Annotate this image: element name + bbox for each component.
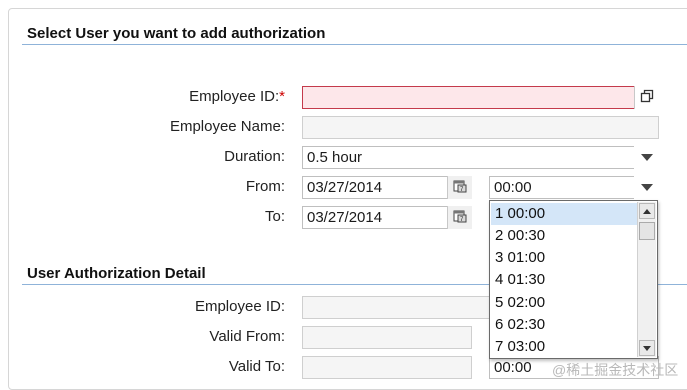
section-title-authorization-detail: User Authorization Detail xyxy=(27,265,206,282)
time-option[interactable]: 2 00:30 xyxy=(491,225,638,247)
valid-to-time-value: 00:00 xyxy=(494,359,532,376)
time-option[interactable]: 7 03:00 xyxy=(491,336,638,358)
to-label: To: xyxy=(264,208,285,225)
from-date-value: 03/27/2014 xyxy=(307,179,383,196)
time-option[interactable]: 1 00:00 xyxy=(491,203,638,225)
required-mark: * xyxy=(279,88,285,105)
employee-name-field xyxy=(302,116,659,139)
employee-id-value-help-button[interactable] xyxy=(634,86,659,109)
duration-dropdown-button[interactable] xyxy=(634,146,659,169)
valid-from-field xyxy=(302,326,472,349)
section-divider xyxy=(22,44,687,45)
detail-employee-id-field xyxy=(302,296,492,319)
chevron-down-icon xyxy=(640,154,653,161)
section-title-select-user: Select User you want to add authorizatio… xyxy=(27,25,326,42)
time-option[interactable]: 3 01:00 xyxy=(491,247,638,269)
duration-select[interactable]: 0.5 hour xyxy=(302,146,659,169)
from-time-dropdown-button[interactable] xyxy=(634,176,659,199)
scroll-down-button[interactable] xyxy=(639,340,655,356)
employee-name-label: Employee Name: xyxy=(169,118,285,135)
chevron-down-icon xyxy=(640,184,653,191)
employee-id-label: Employee ID:* xyxy=(85,88,285,105)
from-label: From: xyxy=(245,178,285,195)
from-date-calendar-button[interactable]: 7 xyxy=(447,176,472,199)
duration-label: Duration: xyxy=(224,148,285,165)
scrollbar-thumb[interactable] xyxy=(639,222,655,240)
calendar-icon: 7 xyxy=(453,209,467,227)
chevron-up-icon xyxy=(643,208,651,214)
valid-to-field xyxy=(302,356,472,379)
employee-id-label-text: Employee ID: xyxy=(189,88,280,105)
time-option[interactable]: 6 02:30 xyxy=(491,314,638,336)
value-help-icon xyxy=(640,89,654,107)
duration-value: 0.5 hour xyxy=(307,149,363,166)
scroll-up-button[interactable] xyxy=(639,203,655,219)
time-dropdown-list[interactable]: 1 00:00 2 00:30 3 01:00 4 01:30 5 02:00 … xyxy=(489,200,658,359)
to-date-calendar-button[interactable]: 7 xyxy=(447,206,472,229)
employee-id-input[interactable] xyxy=(302,86,659,109)
valid-from-label: Valid From: xyxy=(209,328,285,345)
dropdown-scrollbar[interactable] xyxy=(637,202,656,357)
watermark-text: @稀土掘金技术社区 xyxy=(552,362,679,378)
from-time-value: 00:00 xyxy=(494,179,532,196)
to-date-value: 03/27/2014 xyxy=(307,209,383,226)
calendar-icon: 7 xyxy=(453,179,467,197)
time-option[interactable]: 4 01:30 xyxy=(491,269,638,291)
valid-to-label: Valid To: xyxy=(228,358,285,375)
chevron-down-icon xyxy=(643,345,651,351)
time-option[interactable]: 5 02:00 xyxy=(491,292,638,314)
detail-employee-id-label: Employee ID: xyxy=(194,298,285,315)
